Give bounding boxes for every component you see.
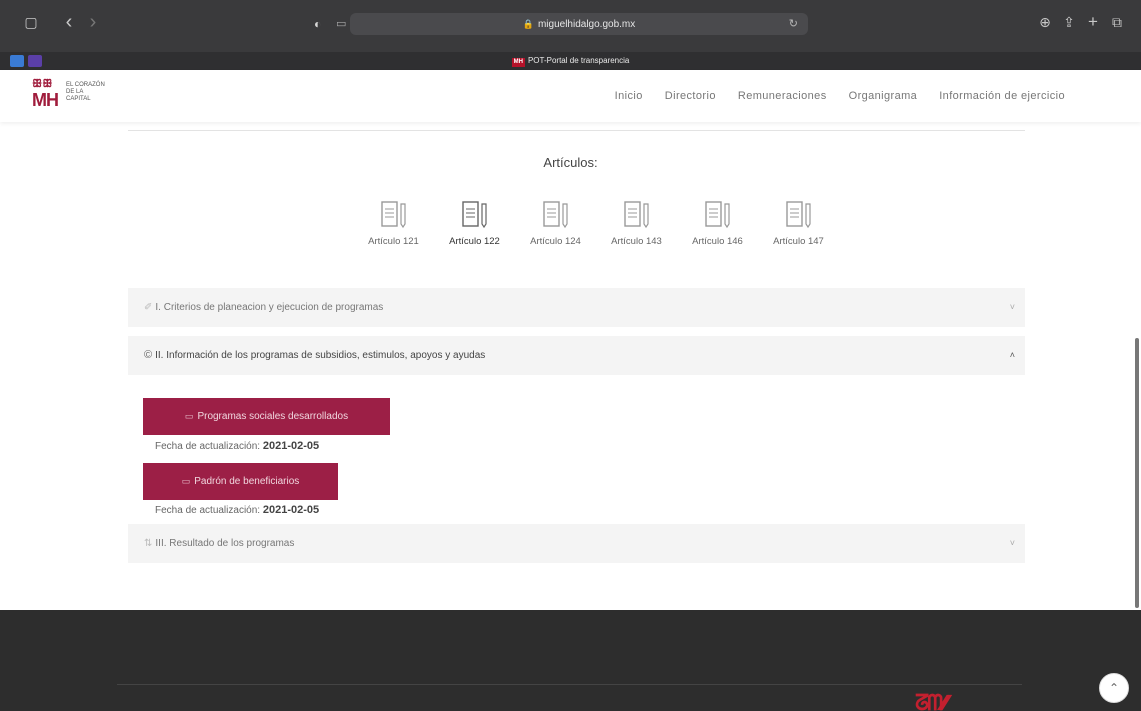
site-logo[interactable]: ꕥꕥ MH EL CORAZÓN DE LA CAPITAL bbox=[32, 78, 132, 114]
tab-bar: MH POT-Portal de transparencia bbox=[0, 52, 1141, 70]
nav-inicio[interactable]: Inicio bbox=[615, 90, 643, 102]
update-date: Fecha de actualización: 2021-02-05 bbox=[155, 504, 320, 516]
padron-beneficiarios-button[interactable]: ▭ Padrón de beneficiarios bbox=[143, 463, 338, 500]
nav-remuneraciones[interactable]: Remuneraciones bbox=[738, 90, 827, 102]
accordion-criterios[interactable]: ✐ I. Criterios de planeacion y ejecucion … bbox=[128, 288, 1025, 327]
list-icon: ▭ bbox=[181, 476, 191, 486]
new-tab-icon[interactable]: + bbox=[1082, 8, 1104, 36]
chevron-down-icon[interactable]: ˅ bbox=[1010, 288, 1015, 327]
nav-organigrama[interactable]: Organigrama bbox=[849, 90, 918, 102]
document-icon bbox=[461, 201, 487, 229]
page-menu-icon[interactable]: ▭ bbox=[336, 13, 346, 35]
accordion-programas-subsidios[interactable]: © II. Información de los programas de sub… bbox=[128, 336, 1025, 375]
accordion-title: © II. Información de los programas de sub… bbox=[144, 349, 486, 361]
tab-overview-icon[interactable]: ⧉ bbox=[1106, 8, 1128, 36]
article-label: Artículo 147 bbox=[773, 236, 824, 247]
logo-text: EL CORAZÓN DE LA CAPITAL bbox=[66, 82, 105, 102]
nav-directorio[interactable]: Directorio bbox=[665, 90, 716, 102]
article-label: Artículo 146 bbox=[692, 236, 743, 247]
article-label: Artículo 121 bbox=[368, 236, 419, 247]
articles-row: Artículo 121 Artículo 122 Artículo 124 A… bbox=[353, 200, 839, 247]
article-label: Artículo 143 bbox=[611, 236, 662, 247]
privacy-shield-icon[interactable]: ◐ bbox=[314, 13, 321, 35]
list-icon: ▭ bbox=[184, 411, 194, 421]
logo-mark: MH bbox=[32, 90, 59, 110]
reload-icon[interactable]: ↻ bbox=[789, 13, 798, 35]
document-icon bbox=[704, 201, 730, 229]
section-title: Artículos: bbox=[543, 155, 598, 170]
chevron-up-icon: ⌃ bbox=[1108, 681, 1120, 695]
divider bbox=[128, 130, 1025, 131]
active-tab[interactable]: MH POT-Portal de transparencia bbox=[0, 52, 1141, 70]
accordion-title: ✐ I. Criterios de planeacion y ejecucion … bbox=[144, 302, 384, 313]
footer-logo: ᘔᗰ∕∕∕ bbox=[915, 690, 948, 711]
document-icon bbox=[623, 201, 649, 229]
document-icon bbox=[380, 201, 406, 229]
tab-title: POT-Portal de transparencia bbox=[527, 56, 630, 65]
share-icon[interactable]: ⇪ bbox=[1058, 8, 1080, 36]
main-nav: Inicio Directorio Remuneraciones Organig… bbox=[615, 70, 1065, 122]
tab-favicon-icon: MH bbox=[511, 58, 525, 67]
update-date: Fecha de actualización: 2021-02-05 bbox=[155, 440, 320, 452]
site-footer bbox=[0, 610, 1141, 711]
back-to-top-button[interactable]: ⌃ bbox=[1099, 673, 1129, 703]
accordion-title: ⇅ III. Resultado de los programas bbox=[144, 538, 295, 549]
document-icon bbox=[542, 201, 568, 229]
document-icon bbox=[785, 201, 811, 229]
copyright-icon: © bbox=[144, 349, 153, 361]
site-header: ꕥꕥ MH EL CORAZÓN DE LA CAPITAL Inicio Di… bbox=[0, 70, 1141, 122]
accordion-resultado[interactable]: ⇅ III. Resultado de los programas ˅ bbox=[128, 524, 1025, 563]
article-124[interactable]: Artículo 124 bbox=[515, 200, 596, 247]
pencil-icon: ✐ bbox=[144, 302, 153, 313]
article-146[interactable]: Artículo 146 bbox=[677, 200, 758, 247]
article-121[interactable]: Artículo 121 bbox=[353, 200, 434, 247]
download-icon[interactable]: ⊕ bbox=[1034, 8, 1056, 36]
article-147[interactable]: Artículo 147 bbox=[758, 200, 839, 247]
nav-informacion-ejercicio[interactable]: Información de ejercicio bbox=[939, 90, 1065, 102]
back-icon[interactable]: ‹ bbox=[58, 8, 80, 36]
scrollbar[interactable] bbox=[1135, 338, 1139, 608]
article-label: Artículo 122 bbox=[449, 236, 500, 247]
browser-toolbar: ▢ ‹ › ◐ ▭ 🔒 miguelhidalgo.gob.mx ↻ ⊕ ⇪ + … bbox=[0, 0, 1141, 52]
programas-sociales-button[interactable]: ▭ Programas sociales desarrollados bbox=[143, 398, 390, 435]
chevron-up-icon[interactable]: ˄ bbox=[1010, 336, 1015, 375]
article-143[interactable]: Artículo 143 bbox=[596, 200, 677, 247]
address-bar[interactable]: ◐ ▭ 🔒 miguelhidalgo.gob.mx ↻ bbox=[314, 13, 808, 35]
article-label: Artículo 124 bbox=[530, 236, 581, 247]
sort-icon: ⇅ bbox=[144, 538, 153, 549]
footer-divider bbox=[117, 684, 1022, 685]
sidebar-icon[interactable]: ▢ bbox=[20, 8, 42, 36]
chevron-down-icon[interactable]: ˅ bbox=[1010, 524, 1015, 563]
url-text: miguelhidalgo.gob.mx bbox=[537, 19, 636, 30]
article-122[interactable]: Artículo 122 bbox=[434, 200, 515, 247]
forward-icon[interactable]: › bbox=[82, 8, 104, 36]
lock-icon: 🔒 bbox=[522, 19, 534, 29]
